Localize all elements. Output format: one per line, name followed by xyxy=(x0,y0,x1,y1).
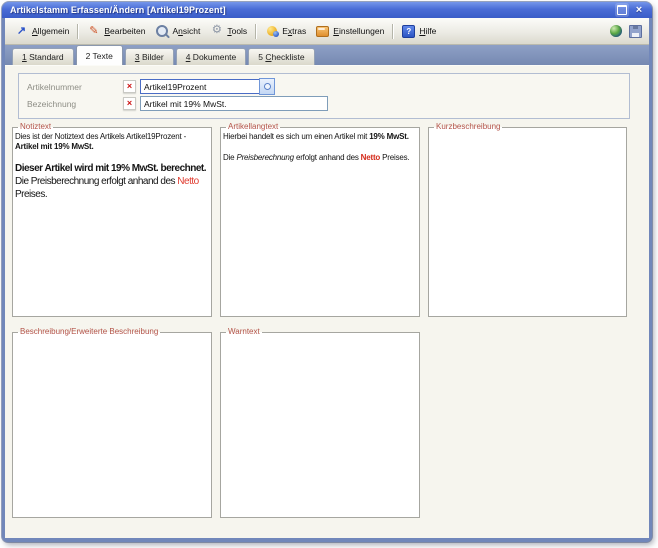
tab-checkliste[interactable]: 5 Checkliste xyxy=(248,48,314,65)
warntext-label: Warntext xyxy=(226,328,262,336)
warntext-editor[interactable] xyxy=(223,337,417,516)
beschreibung-groupbox: Beschreibung/Erweiterte Beschreibung xyxy=(12,328,212,518)
help-icon: ? xyxy=(402,25,415,38)
kurzbeschreibung-label: Kurzbeschreibung xyxy=(434,123,502,131)
bezeichnung-label: Bezeichnung xyxy=(27,99,123,109)
artikellangtext-editor[interactable]: Hierbei handelt es sich um einen Artikel… xyxy=(223,132,417,315)
tab-standard[interactable]: 1 Standard xyxy=(12,48,74,65)
tab-texte[interactable]: 2 Texte xyxy=(76,45,123,65)
kurzbeschreibung-editor[interactable] xyxy=(431,132,624,315)
menu-item-allgemein[interactable]: ↗ Allgemein xyxy=(10,23,74,40)
menu-bar: ↗ Allgemein ✎ Bearbeiten Ansicht ⚙ Tools… xyxy=(5,18,649,45)
menu-label: Extras xyxy=(282,26,306,36)
menu-item-bearbeiten[interactable]: ✎ Bearbeiten xyxy=(82,23,150,40)
tab-dokumente[interactable]: 4 Dokumente xyxy=(176,48,247,65)
extras-icon xyxy=(265,25,278,38)
lookup-spinner-button[interactable] xyxy=(259,78,275,95)
close-icon: × xyxy=(636,5,642,16)
menu-item-einstellungen[interactable]: Einstellungen xyxy=(311,23,389,40)
menu-separator xyxy=(77,24,79,39)
menu-label: Bearbeiten xyxy=(104,26,145,36)
artikellangtext-label: Artikellangtext xyxy=(226,123,280,131)
title-bar: Artikelstamm Erfassen/Ändern [Artikel19P… xyxy=(2,2,652,18)
save-icon[interactable] xyxy=(629,25,642,38)
edit-icon: ✎ xyxy=(87,25,100,38)
menu-label: Hilfe xyxy=(419,26,436,36)
artikelnummer-input[interactable] xyxy=(140,79,260,94)
menu-right-tools xyxy=(609,25,644,38)
window-title: Artikelstamm Erfassen/Ändern [Artikel19P… xyxy=(10,5,612,15)
beschreibung-editor[interactable] xyxy=(15,337,209,516)
screenshot-stage: Artikelstamm Erfassen/Ändern [Artikel19P… xyxy=(0,0,658,548)
notiztext-label: Notiztext xyxy=(18,123,53,131)
restore-button[interactable] xyxy=(615,4,629,16)
clear-field-icon[interactable]: × xyxy=(123,97,136,110)
menu-label: Tools xyxy=(227,26,247,36)
spinner-icon xyxy=(264,83,271,90)
gear-icon: ⚙ xyxy=(210,25,223,38)
menu-label: Ansicht xyxy=(172,26,200,36)
menu-item-hilfe[interactable]: ? Hilfe xyxy=(397,23,441,40)
article-header-panel: Artikelnummer × Bezeichnung × xyxy=(18,73,630,119)
artikellangtext-groupbox: Artikellangtext Hierbei handelt es sich … xyxy=(220,123,420,317)
restore-icon xyxy=(617,5,627,15)
settings-icon xyxy=(316,25,329,38)
clear-field-icon[interactable]: × xyxy=(123,80,136,93)
menu-label: Allgemein xyxy=(32,26,69,36)
magnifier-icon xyxy=(155,25,168,38)
menu-separator xyxy=(255,24,257,39)
menu-label: Einstellungen xyxy=(333,26,384,36)
notiztext-editor[interactable]: Dies ist der Notiztext des Artikels Arti… xyxy=(15,132,209,315)
arrow-ne-icon: ↗ xyxy=(15,25,28,38)
menu-item-extras[interactable]: Extras xyxy=(260,23,311,40)
tab-strip: 1 Standard 2 Texte 3 Bilder 4 Dokumente … xyxy=(5,45,649,65)
menu-item-tools[interactable]: ⚙ Tools xyxy=(205,23,252,40)
kurzbeschreibung-groupbox: Kurzbeschreibung xyxy=(428,123,627,317)
menu-separator xyxy=(392,24,394,39)
tab-bilder[interactable]: 3 Bilder xyxy=(125,48,174,65)
close-button[interactable]: × xyxy=(632,4,646,16)
app-window: Artikelstamm Erfassen/Ändern [Artikel19P… xyxy=(2,2,652,542)
tab-content-texte: Artikelnummer × Bezeichnung × Notiztext … xyxy=(5,65,649,538)
bezeichnung-input[interactable] xyxy=(140,96,328,111)
menu-item-ansicht[interactable]: Ansicht xyxy=(150,23,205,40)
notiztext-groupbox: Notiztext Dies ist der Notiztext des Art… xyxy=(12,123,212,317)
beschreibung-label: Beschreibung/Erweiterte Beschreibung xyxy=(18,328,160,336)
globe-icon[interactable] xyxy=(609,25,622,38)
artikelnummer-label: Artikelnummer xyxy=(27,82,123,92)
warntext-groupbox: Warntext xyxy=(220,328,420,518)
